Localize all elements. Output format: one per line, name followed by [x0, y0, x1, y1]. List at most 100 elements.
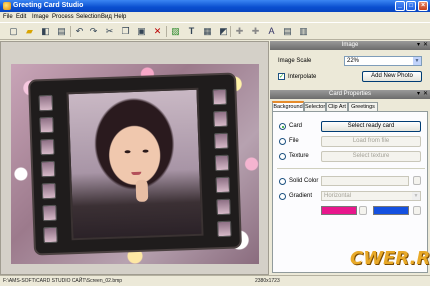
- section-divider: [277, 168, 425, 169]
- interpolate-checkbox[interactable]: ✓: [278, 73, 285, 80]
- solid-color-picker-button[interactable]: [413, 176, 421, 185]
- delete-icon[interactable]: ✕: [152, 26, 163, 37]
- redo-icon[interactable]: ↷: [88, 26, 99, 37]
- add-icon[interactable]: ✚: [234, 26, 245, 37]
- panel-close-icon[interactable]: ✕: [423, 41, 428, 50]
- solid-color-field[interactable]: [321, 176, 409, 186]
- film-cell: [213, 132, 229, 150]
- texture-radio[interactable]: [279, 153, 286, 160]
- window-title: Greeting Card Studio: [13, 2, 84, 9]
- menu-view[interactable]: Вид: [101, 14, 112, 20]
- film-cell: [40, 138, 55, 156]
- interpolate-label: Interpolate: [288, 74, 317, 80]
- film-strip-frame: [30, 74, 240, 254]
- gradient-color-1-swatch[interactable]: [321, 206, 357, 215]
- film-cell: [43, 226, 58, 244]
- image-icon[interactable]: ▨: [170, 26, 181, 37]
- tab-background[interactable]: Background: [272, 101, 304, 111]
- gradient-color-2-picker[interactable]: [413, 206, 421, 215]
- open-icon[interactable]: ▰: [24, 26, 35, 37]
- menu-selection[interactable]: Selection: [76, 14, 101, 20]
- photo-detail: [131, 171, 142, 176]
- card-label: Card: [289, 123, 303, 129]
- image-panel-title: Image: [341, 42, 359, 48]
- film-cell: [41, 182, 57, 200]
- properties-panel: Image ▾ ✕ Image Scale 22% ▼ ✓ Interpolat…: [270, 41, 430, 275]
- gradient-color-1-picker[interactable]: [359, 206, 367, 215]
- photo-detail: [135, 179, 149, 202]
- toolbar-separator: [230, 26, 231, 37]
- pin-icon[interactable]: ▾: [417, 90, 420, 99]
- gradient-color-2-swatch[interactable]: [373, 206, 409, 215]
- watermark-logo: CWER.RU: [350, 248, 430, 269]
- file-label: File: [289, 138, 299, 144]
- save-icon[interactable]: ◧: [40, 26, 51, 37]
- image-scale-select[interactable]: 22% ▼: [344, 56, 422, 66]
- film-cell: [216, 198, 231, 216]
- paste-icon[interactable]: ▣: [136, 26, 147, 37]
- menu-bar: File Edit Image Process Selection Вид He…: [0, 12, 430, 22]
- toolbar: ▢ ▰ ◧ ▤ ↶ ↷ ✂ ❐ ▣ ✕ ▨ T ▦ ◩ ✚ ✚ A ▤ ▥: [0, 22, 430, 40]
- effect-icon[interactable]: ◩: [218, 26, 229, 37]
- photo-detail: [142, 149, 149, 153]
- photo-detail: [124, 150, 131, 154]
- status-bar: F:\AMS-SOFT\CARD STUDIO САЙТ\Screen_02.b…: [0, 275, 430, 286]
- maximize-button[interactable]: □: [406, 1, 416, 11]
- toolbar-separator: [166, 26, 167, 37]
- title-bar: Greeting Card Studio _ □ ×: [0, 0, 430, 12]
- file-radio[interactable]: [279, 138, 286, 145]
- portrait-photo[interactable]: [66, 87, 204, 241]
- film-cell: [215, 176, 231, 194]
- film-cell: [214, 154, 230, 172]
- chevron-down-icon: ▼: [413, 57, 421, 65]
- menu-edit[interactable]: Edit: [16, 14, 26, 20]
- frame-icon[interactable]: ▦: [202, 26, 213, 37]
- greeting-card-preview[interactable]: [11, 64, 259, 264]
- undo-icon[interactable]: ↶: [74, 26, 85, 37]
- image-scale-value: 22%: [347, 58, 360, 64]
- panel-close-icon[interactable]: ✕: [423, 90, 428, 99]
- select-texture-button[interactable]: Select texture: [321, 151, 421, 162]
- film-cell: [217, 220, 232, 238]
- add-new-photo-button[interactable]: Add New Photo: [362, 71, 422, 82]
- texture-label: Texture: [289, 153, 309, 159]
- minimize-button[interactable]: _: [395, 1, 405, 11]
- image-panel-header: Image ▾ ✕: [270, 41, 430, 50]
- toolbar-separator: [70, 26, 71, 37]
- load-from-file-button[interactable]: Load from file: [321, 136, 421, 147]
- film-cell: [38, 94, 54, 112]
- card-radio[interactable]: [279, 123, 286, 130]
- tab-selector[interactable]: Selector: [304, 102, 326, 111]
- cut-icon[interactable]: ✂: [104, 26, 115, 37]
- card-props-header: Card Properties ▾ ✕: [270, 90, 430, 99]
- print-icon[interactable]: ▤: [56, 26, 67, 37]
- move-icon[interactable]: ✚: [250, 26, 261, 37]
- menu-file[interactable]: File: [3, 14, 13, 20]
- menu-help[interactable]: Help: [114, 14, 126, 20]
- status-file-path: F:\AMS-SOFT\CARD STUDIO САЙТ\Screen_02.b…: [3, 278, 123, 284]
- gradient-label: Gradient: [289, 193, 313, 199]
- menu-process[interactable]: Process: [52, 14, 74, 20]
- app-icon: [3, 2, 11, 10]
- menu-image[interactable]: Image: [32, 14, 49, 20]
- film-cell: [42, 204, 57, 222]
- tab-greetings[interactable]: Greetings: [348, 102, 378, 111]
- gradient-type-select[interactable]: Horizontal ▼: [321, 191, 421, 201]
- pin-icon[interactable]: ▾: [417, 41, 420, 50]
- text-icon[interactable]: T: [186, 26, 197, 37]
- gradient-type-value: Horizontal: [324, 193, 352, 199]
- gradient-radio[interactable]: [279, 193, 286, 200]
- close-button[interactable]: ×: [418, 1, 428, 11]
- select-ready-card-button[interactable]: Select ready card: [321, 121, 421, 132]
- layers-icon[interactable]: ▥: [298, 26, 309, 37]
- canvas-area[interactable]: [0, 41, 269, 275]
- card-props-title: Card Properties: [328, 91, 372, 97]
- align-icon[interactable]: ▤: [282, 26, 293, 37]
- film-cell: [39, 116, 54, 134]
- font-icon[interactable]: A: [266, 26, 277, 37]
- solid-color-radio[interactable]: [279, 178, 286, 185]
- chevron-down-icon: ▼: [412, 192, 420, 200]
- tab-clip-art[interactable]: Clip Art: [326, 102, 348, 111]
- new-icon[interactable]: ▢: [8, 26, 19, 37]
- copy-icon[interactable]: ❐: [120, 26, 131, 37]
